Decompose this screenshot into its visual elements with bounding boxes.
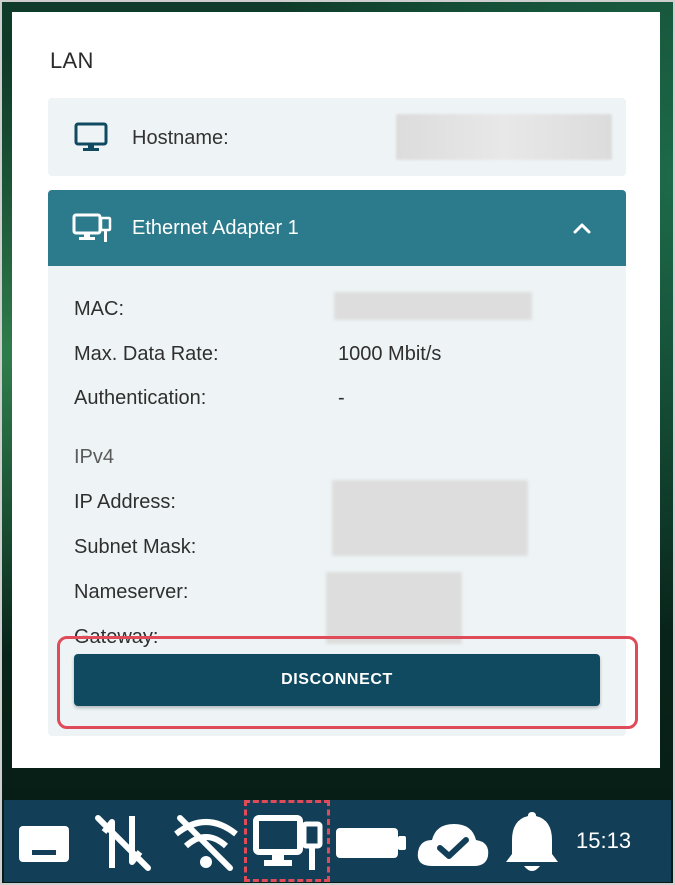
disconnect-highlight — [57, 636, 638, 729]
battery-icon[interactable] — [334, 824, 408, 862]
subnet-mask-label: Subnet Mask: — [74, 536, 197, 558]
adapter-title: Ethernet Adapter 1 — [132, 217, 299, 239]
mac-label: MAC: — [74, 298, 124, 320]
cloud-check-icon[interactable] — [414, 818, 492, 870]
bell-icon[interactable] — [502, 808, 562, 878]
panel-title: LAN — [50, 48, 94, 73]
network-monitor-icon — [72, 213, 112, 242]
ipv4-section-label: IPv4 — [74, 446, 115, 468]
chevron-up-icon[interactable] — [570, 218, 594, 238]
ip-subnet-value-redacted — [332, 480, 528, 556]
keyboard-icon[interactable] — [16, 820, 72, 866]
taskbar: 15:13 — [4, 800, 671, 882]
adapter-header[interactable]: Ethernet Adapter 1 — [48, 190, 626, 266]
data-rate-label: Max. Data Rate: — [74, 343, 219, 365]
ip-address-label: IP Address: — [74, 491, 176, 513]
nameserver-label: Nameserver: — [74, 581, 189, 603]
authentication-value: - — [338, 387, 345, 409]
hostname-card: Hostname: — [48, 98, 626, 176]
network-icon-highlight — [244, 800, 330, 882]
wifi-off-icon[interactable] — [172, 814, 240, 872]
mobile-data-off-icon[interactable] — [92, 810, 154, 874]
clock: 15:13 — [576, 828, 632, 853]
authentication-label: Authentication: — [74, 387, 207, 409]
data-rate-value: 1000 Mbit/s — [338, 343, 442, 365]
monitor-icon — [74, 122, 108, 151]
nameserver-gateway-value-redacted — [326, 572, 462, 644]
hostname-value-redacted — [396, 114, 612, 160]
hostname-label: Hostname: — [132, 127, 229, 149]
mac-value-redacted — [334, 292, 532, 320]
